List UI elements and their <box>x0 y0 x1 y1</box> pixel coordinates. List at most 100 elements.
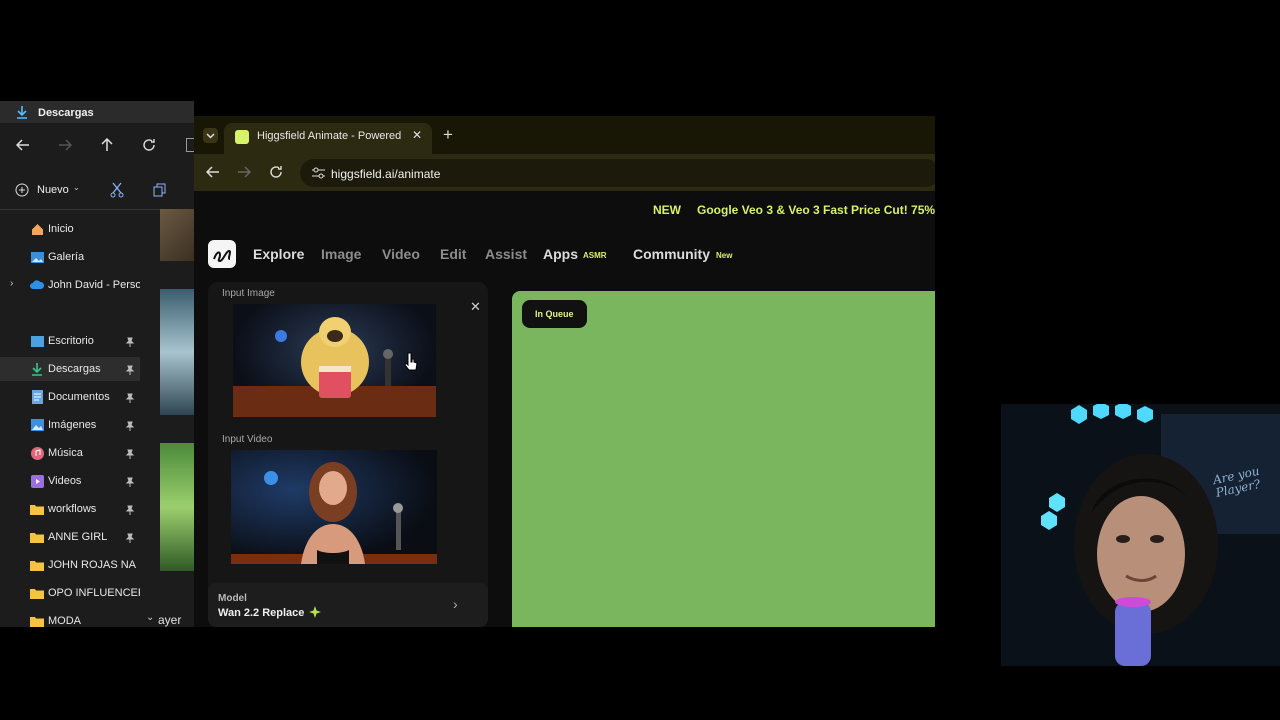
plus-circle-icon <box>15 183 29 197</box>
close-tab-icon[interactable]: ✕ <box>412 128 422 142</box>
queue-status-badge: In Queue <box>522 300 587 328</box>
webcam-overlay: Are you Player? <box>1001 404 1280 666</box>
sidebar-item-label: John David - Person <box>48 279 140 291</box>
sidebar-item-workflows[interactable]: workflows <box>0 497 140 521</box>
browser-toolbar: higgsfield.ai/animate <box>194 154 935 191</box>
nav-video[interactable]: Video <box>382 246 420 262</box>
video-icon <box>30 474 44 488</box>
file-thumbnail[interactable] <box>160 443 194 571</box>
file-thumbnail[interactable] <box>160 209 194 261</box>
folder-icon <box>30 502 44 516</box>
browser-tabstrip: Higgsfield Animate - Powered b ✕ + <box>194 116 935 154</box>
close-icon[interactable]: ✕ <box>470 299 481 315</box>
back-arrow-icon[interactable] <box>16 138 30 152</box>
model-selector[interactable]: Model Wan 2.2 Replace › <box>208 583 488 627</box>
pin-icon[interactable] <box>125 337 135 347</box>
url-text: higgsfield.ai/animate <box>331 167 441 181</box>
explorer-tabbar: Descargas ✕ + <box>0 101 194 123</box>
download-icon <box>16 105 28 119</box>
sidebar-item-anne-girl[interactable]: ANNE GIRL <box>0 525 140 549</box>
group-label: ayer <box>158 613 182 627</box>
music-icon <box>30 446 44 460</box>
cut-icon[interactable] <box>110 182 124 198</box>
pin-icon[interactable] <box>125 393 135 403</box>
browser-tab-title: Higgsfield Animate - Powered b <box>257 130 405 142</box>
back-arrow-icon[interactable] <box>206 165 220 179</box>
sidebar-item-escritorio[interactable]: Escritorio <box>0 329 140 353</box>
sidebar-item-galeria[interactable]: Galería <box>0 245 140 269</box>
input-video-thumbnail[interactable] <box>231 450 437 564</box>
input-video-label: Input Video <box>222 434 273 445</box>
sidebar-item-opo-influencer[interactable]: OPO INFLUENCER V <box>0 581 140 605</box>
chevron-down-icon[interactable]: ⌄ <box>146 612 154 623</box>
sidebar-item-inicio[interactable]: Inicio <box>0 217 140 241</box>
refresh-icon[interactable] <box>142 138 156 152</box>
sidebar-item-videos[interactable]: Videos <box>0 469 140 493</box>
tab-search-icon[interactable] <box>203 128 218 143</box>
chevron-right-icon[interactable]: › <box>10 278 13 289</box>
forward-arrow-icon[interactable] <box>58 138 72 152</box>
pin-icon[interactable] <box>125 365 135 375</box>
up-arrow-icon[interactable] <box>100 138 114 152</box>
pin-icon[interactable] <box>125 449 135 459</box>
sidebar-item-john-rojas[interactable]: JOHN ROJAS NA <box>0 553 140 577</box>
model-label: Model <box>218 593 247 604</box>
model-value: Wan 2.2 Replace <box>218 607 305 619</box>
output-preview: In Queue <box>512 291 935 627</box>
new-button[interactable]: Nuevo <box>37 184 69 196</box>
explorer-toolbar: Nuevo ⌄ <box>0 177 194 203</box>
sidebar-item-label: Inicio <box>48 223 74 235</box>
nav-edit[interactable]: Edit <box>440 246 466 262</box>
document-icon <box>30 390 44 404</box>
chevron-down-icon[interactable]: ⌄ <box>73 183 80 192</box>
browser-tab[interactable]: Higgsfield Animate - Powered b ✕ <box>224 123 432 154</box>
higgsfield-logo[interactable] <box>208 240 236 268</box>
explorer-tab[interactable]: Descargas ✕ <box>0 101 194 123</box>
cloud-icon <box>30 278 44 292</box>
site-settings-icon[interactable] <box>312 167 325 179</box>
gallery-icon <box>30 250 44 264</box>
folder-icon <box>30 558 44 572</box>
pin-icon[interactable] <box>125 477 135 487</box>
address-bar[interactable]: higgsfield.ai/animate <box>300 159 935 187</box>
chevron-right-icon: › <box>453 596 458 612</box>
sidebar-item-label: JOHN ROJAS NA <box>48 559 137 571</box>
nav-image[interactable]: Image <box>321 246 361 262</box>
input-panel: Input Image ✕ Input Video Model Wan 2.2 … <box>208 282 488 627</box>
pin-icon[interactable] <box>125 533 135 543</box>
asmr-badge: ASMR <box>583 251 607 260</box>
nav-community[interactable]: Community <box>633 246 710 262</box>
reload-icon[interactable] <box>269 165 283 179</box>
site-nav: Explore Image Video Edit Assist Apps ASM… <box>194 227 935 279</box>
nav-assist[interactable]: Assist <box>485 246 527 262</box>
pin-icon[interactable] <box>125 421 135 431</box>
folder-icon <box>30 614 44 627</box>
banner-text: Google Veo 3 & Veo 3 Fast Price Cut! 75%… <box>697 203 935 217</box>
sidebar-item-documentos[interactable]: Documentos <box>0 385 140 409</box>
desktop-icon <box>30 334 44 348</box>
sidebar-item-moda[interactable]: MODA <box>0 609 140 627</box>
new-tab-icon[interactable]: + <box>443 125 453 145</box>
input-image-label: Input Image <box>222 288 275 299</box>
file-thumbnail[interactable] <box>160 289 194 415</box>
nav-apps[interactable]: Apps <box>543 246 578 262</box>
address-bar-icon[interactable] <box>186 138 194 152</box>
higgsfield-favicon <box>235 130 249 144</box>
pin-icon[interactable] <box>125 505 135 515</box>
sidebar-item-onedrive[interactable]: › John David - Person <box>0 273 140 297</box>
file-explorer-window: Descargas ✕ + Nuevo ⌄ Inicio Galería <box>0 101 194 627</box>
browser-window: Higgsfield Animate - Powered b ✕ + higgs… <box>194 116 935 627</box>
sidebar-item-imagenes[interactable]: Imágenes <box>0 413 140 437</box>
sparkle-icon <box>309 606 321 618</box>
promo-banner[interactable]: NEW Google Veo 3 & Veo 3 Fast Price Cut!… <box>194 191 935 227</box>
sidebar-item-musica[interactable]: Música <box>0 441 140 465</box>
copy-icon[interactable] <box>153 183 166 197</box>
higgsfield-page: NEW Google Veo 3 & Veo 3 Fast Price Cut!… <box>194 191 935 627</box>
nav-explore[interactable]: Explore <box>253 246 304 262</box>
download-icon <box>30 362 44 376</box>
sidebar-item-descargas[interactable]: Descargas <box>0 357 140 381</box>
explorer-tab-title: Descargas <box>38 107 94 119</box>
forward-arrow-icon[interactable] <box>237 165 251 179</box>
sidebar-item-label: Galería <box>48 251 85 263</box>
banner-new-label: NEW <box>653 203 681 217</box>
